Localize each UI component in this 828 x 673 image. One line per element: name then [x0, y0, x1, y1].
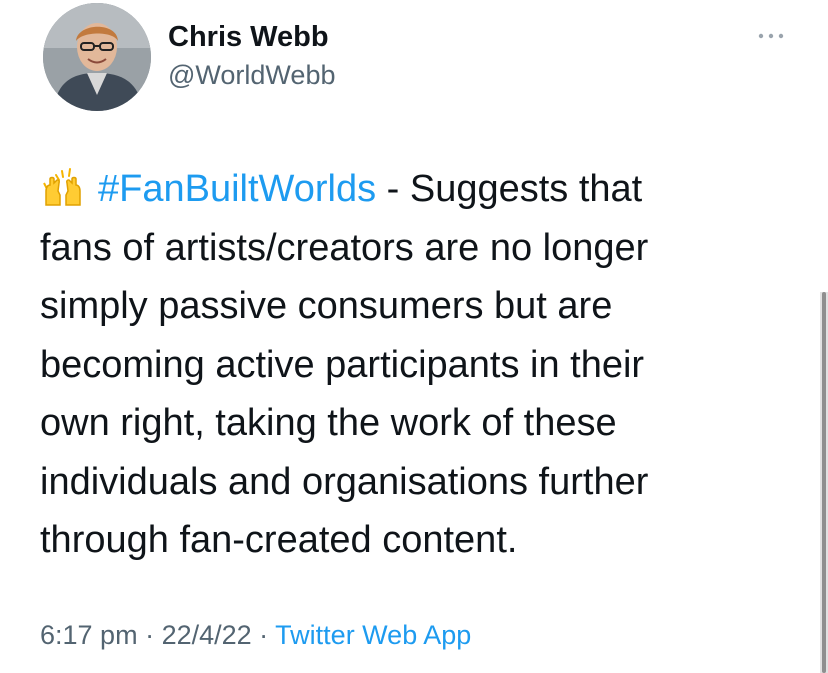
more-dots-icon [758, 33, 784, 39]
display-name[interactable]: Chris Webb [168, 18, 335, 56]
hashtag-link[interactable]: #FanBuiltWorlds [98, 168, 376, 210]
tweet-line-2: fans of artists/creators are no longer [40, 226, 649, 269]
tweet-line-5: own right, taking the work of these [40, 402, 617, 444]
tweet-card: Chris Webb @WorldWebb #FanBuiltWorlds - … [0, 0, 828, 673]
more-options-button[interactable] [754, 26, 788, 46]
scrollbar-thumb[interactable] [822, 292, 826, 673]
meta-separator: · [251, 620, 276, 650]
tweet-author[interactable]: Chris Webb @WorldWebb [168, 18, 335, 94]
tweet-time[interactable]: 6:17 pm [40, 620, 138, 650]
avatar-photo [43, 3, 151, 111]
tweet-line-1-text: - Suggests that [376, 168, 643, 210]
tweet-date[interactable]: 22/4/22 [162, 620, 252, 650]
tweet-line-4: becoming active participants in their [40, 343, 645, 386]
tweet-line-6: individuals and organisations further [40, 460, 649, 503]
user-handle[interactable]: @WorldWebb [168, 56, 335, 94]
tweet-source-link[interactable]: Twitter Web App [275, 620, 471, 650]
tweet-text: #FanBuiltWorlds - Suggests that fans of … [40, 160, 808, 570]
meta-separator: · [137, 620, 162, 650]
tweet-line-1: #FanBuiltWorlds - Suggests that [40, 160, 808, 219]
avatar[interactable] [43, 3, 151, 111]
tweet-line-3: simply passive consumers but are [40, 285, 613, 327]
scrollbar[interactable] [820, 292, 828, 673]
tweet-line-7: through fan-created content. [40, 519, 518, 561]
raising-hands-icon [40, 166, 86, 206]
tweet-metadata: 6:17 pm · 22/4/22 · Twitter Web App [40, 615, 471, 655]
